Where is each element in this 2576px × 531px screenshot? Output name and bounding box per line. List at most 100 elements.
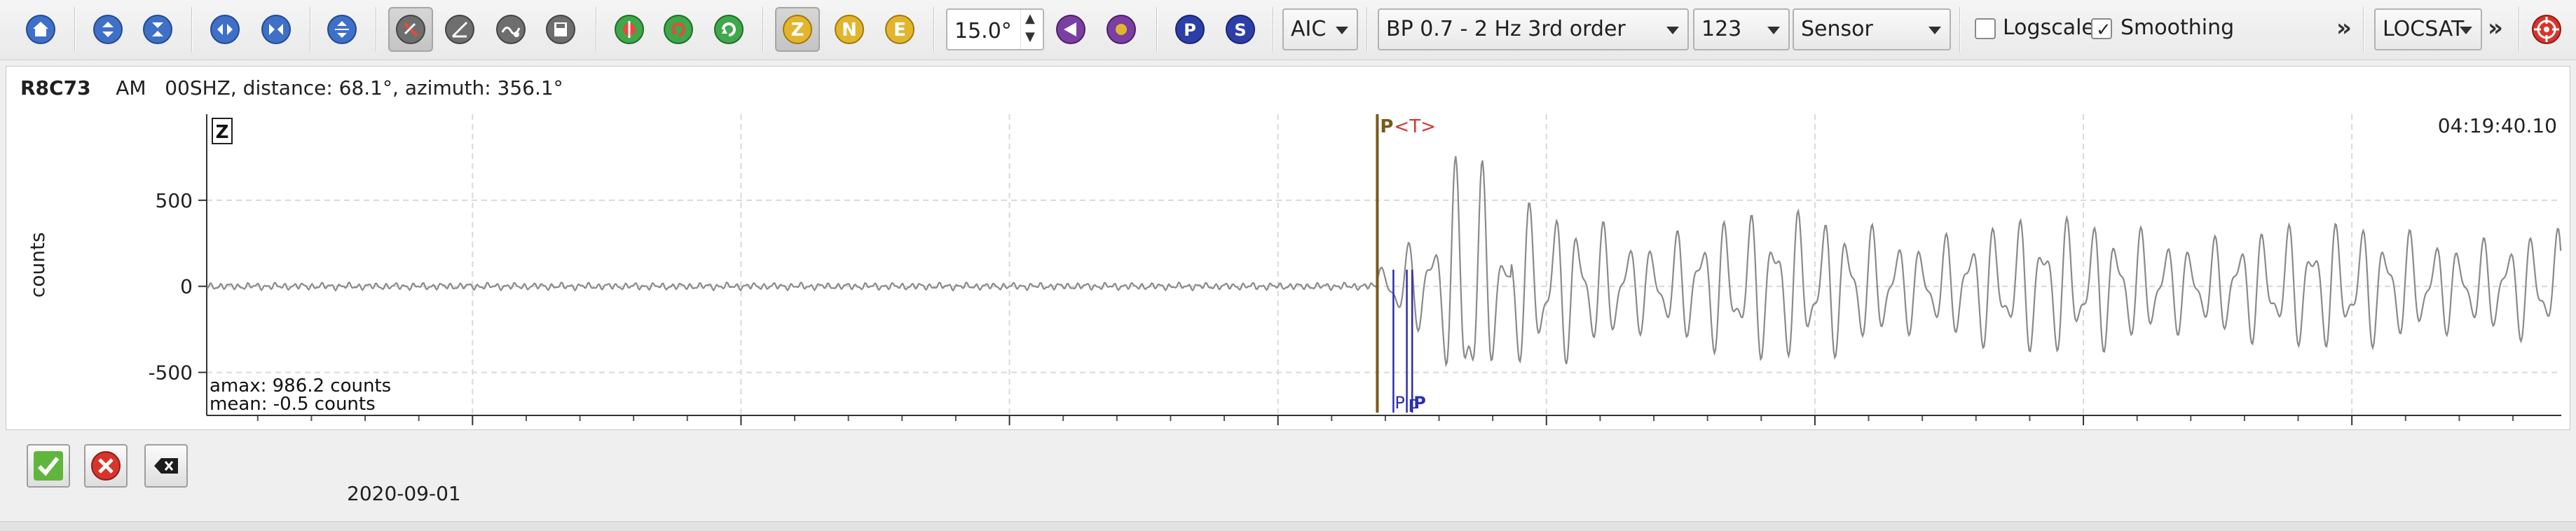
toolbar-separator xyxy=(933,7,935,52)
accept-button[interactable] xyxy=(27,444,70,488)
reject-button[interactable] xyxy=(84,444,128,488)
spin-up-icon[interactable]: ▲ xyxy=(1025,11,1035,26)
phase-s-label: S xyxy=(1234,20,1246,40)
toolbar-separator xyxy=(376,7,377,52)
toolbar-separator xyxy=(74,7,76,52)
measure-angle-button[interactable] xyxy=(444,14,475,45)
save-icon xyxy=(546,15,575,44)
toolbar-separator xyxy=(1366,7,1368,52)
smoothing-checkbox[interactable]: ✓ xyxy=(2091,18,2112,41)
align-button[interactable] xyxy=(327,14,357,45)
expand-horizontal-icon xyxy=(210,15,240,44)
filter-combo[interactable]: BP 0.7 - 2 Hz 3rd order xyxy=(1378,8,1689,50)
pick-label-theoretical: <T> xyxy=(1394,116,1435,137)
y-tick-label: -500 xyxy=(148,361,193,385)
set-pick-button[interactable] xyxy=(614,14,645,45)
components-combo[interactable]: 123 xyxy=(1693,8,1790,50)
distance-spinbox-value: 15.0° xyxy=(954,19,1012,43)
shrink-vertical-button[interactable] xyxy=(142,14,173,45)
component-z-button[interactable]: Z xyxy=(775,7,820,52)
chevron-down-icon xyxy=(1767,27,1780,34)
home-button[interactable] xyxy=(25,14,56,45)
y-tick-label: 0 xyxy=(180,275,193,298)
component-z-icon: Z xyxy=(783,15,812,44)
refresh-button[interactable] xyxy=(713,14,744,45)
toolbar-separator xyxy=(1959,7,1961,52)
relocate-button[interactable] xyxy=(663,14,694,45)
toolbar-separator xyxy=(762,7,764,52)
toolbar-separator xyxy=(1273,7,1274,52)
phase-p-label: P xyxy=(1184,20,1196,40)
unit-combo[interactable]: Sensor xyxy=(1793,8,1951,50)
logscale-label: Logscale xyxy=(2003,15,2095,40)
rotate-right-button[interactable] xyxy=(1106,14,1137,45)
phase-s-icon: S xyxy=(1226,15,1255,44)
toolbar-separator xyxy=(596,7,597,52)
toolbar-separator xyxy=(2519,7,2520,52)
component-e-button[interactable]: E xyxy=(884,14,915,45)
chevron-down-icon xyxy=(1666,27,1679,34)
picker-combo[interactable]: AIC xyxy=(1282,8,1358,50)
save-trace-button[interactable] xyxy=(545,14,576,45)
theoretical-pick-label: P xyxy=(1395,393,1404,413)
toolbar-overflow-button[interactable]: » xyxy=(2336,14,2352,42)
distance-spinbox[interactable]: 15.0° ▲ ▼ xyxy=(946,8,1044,50)
components-combo-value: 123 xyxy=(1701,17,1742,41)
y-tick-label: 500 xyxy=(156,189,193,212)
toolbar-overflow-button-2[interactable]: » xyxy=(2488,14,2503,42)
toolbar-separator xyxy=(310,7,311,52)
target-icon xyxy=(2532,15,2561,44)
rotate-left-button[interactable] xyxy=(1055,14,1086,45)
pick-tool-button[interactable] xyxy=(388,7,433,52)
component-e-icon: E xyxy=(885,15,914,44)
smoothing-label: Smoothing xyxy=(2121,15,2235,40)
delete-pick-button[interactable] xyxy=(144,444,188,488)
trace-date: 2020-09-01 xyxy=(347,482,461,505)
component-box-label: Z xyxy=(216,122,229,143)
logscale-checkbox[interactable] xyxy=(1975,18,1996,39)
filter-combo-value: BP 0.7 - 2 Hz 3rd order xyxy=(1386,17,1626,41)
eraser-icon xyxy=(154,458,178,474)
expand-horizontal-button[interactable] xyxy=(210,14,240,45)
trace-chart[interactable]: 04:19:5004:20:0004:20:1004:20:2004:20:30… xyxy=(6,67,2571,431)
expand-vertical-button[interactable] xyxy=(93,14,123,45)
chevron-down-icon xyxy=(2460,27,2472,34)
pick-tool-icon xyxy=(396,15,425,44)
rotate-right-icon xyxy=(1107,15,1136,44)
locator-combo-value: LOCSAT xyxy=(2383,17,2465,41)
waveform-trace xyxy=(206,156,2562,368)
checkmark-icon: ✓ xyxy=(2096,20,2111,41)
shrink-vertical-icon xyxy=(143,15,172,44)
refresh-icon xyxy=(714,15,744,44)
spin-down-icon[interactable]: ▼ xyxy=(1025,29,1035,44)
phase-p-button[interactable]: P xyxy=(1174,14,1205,45)
toolbar-separator xyxy=(2363,7,2364,52)
component-e-label: E xyxy=(893,20,906,41)
trace-panel[interactable]: R8C73 AM 00SHZ, distance: 68.1°, azimuth… xyxy=(6,66,2570,430)
shrink-horizontal-button[interactable] xyxy=(261,14,292,45)
toolbar-separator xyxy=(191,7,193,52)
target-button[interactable] xyxy=(2531,14,2562,45)
spectrum-icon xyxy=(496,15,526,44)
chevron-down-icon xyxy=(1336,27,1348,34)
phase-s-button[interactable]: S xyxy=(1225,14,1256,45)
component-n-label: N xyxy=(842,20,857,41)
expand-vertical-icon xyxy=(93,15,123,44)
status-strip xyxy=(0,521,2576,531)
picker-combo-value: AIC xyxy=(1291,17,1327,41)
component-z-label: Z xyxy=(791,20,804,41)
component-n-button[interactable]: N xyxy=(834,14,865,45)
spinbox-arrows[interactable]: ▲ ▼ xyxy=(1020,10,1043,49)
home-icon xyxy=(26,15,55,44)
spectrum-button[interactable] xyxy=(495,14,526,45)
mean-text: mean: -0.5 counts xyxy=(210,394,376,415)
pick-label-main: P xyxy=(1380,116,1393,137)
phase-p-icon: P xyxy=(1175,15,1205,44)
toolbar-separator xyxy=(1156,7,1158,52)
check-icon xyxy=(34,451,63,481)
angle-icon xyxy=(445,15,474,44)
locator-combo[interactable]: LOCSAT xyxy=(2374,8,2482,50)
picker-window: Z N E 15.0° ▲ ▼ P S AIC BP 0.7 - 2 Hz 3r… xyxy=(0,0,2576,531)
cross-icon xyxy=(91,451,121,481)
unit-combo-value: Sensor xyxy=(1801,17,1873,41)
